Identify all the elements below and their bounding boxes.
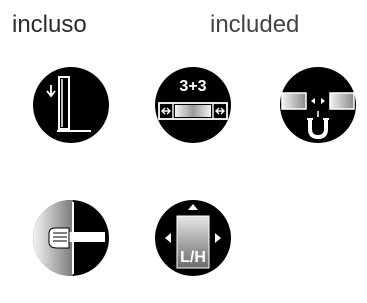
three-plus-three-label: 3+3 <box>179 78 206 95</box>
left-right-hinge-label: L/H <box>180 249 206 266</box>
feature-sheet: incluso included 3+3 L/H <box>0 0 367 303</box>
vertical-profile-icon <box>29 63 113 147</box>
included-label-english: included <box>210 11 300 38</box>
left-right-hinge-icon: L/H <box>151 196 235 280</box>
handle-door-icon <box>29 196 113 280</box>
three-plus-three-panel-icon: 3+3 <box>151 63 235 147</box>
magnetic-closure-icon <box>276 63 360 147</box>
included-label-italian: incluso <box>12 11 87 38</box>
